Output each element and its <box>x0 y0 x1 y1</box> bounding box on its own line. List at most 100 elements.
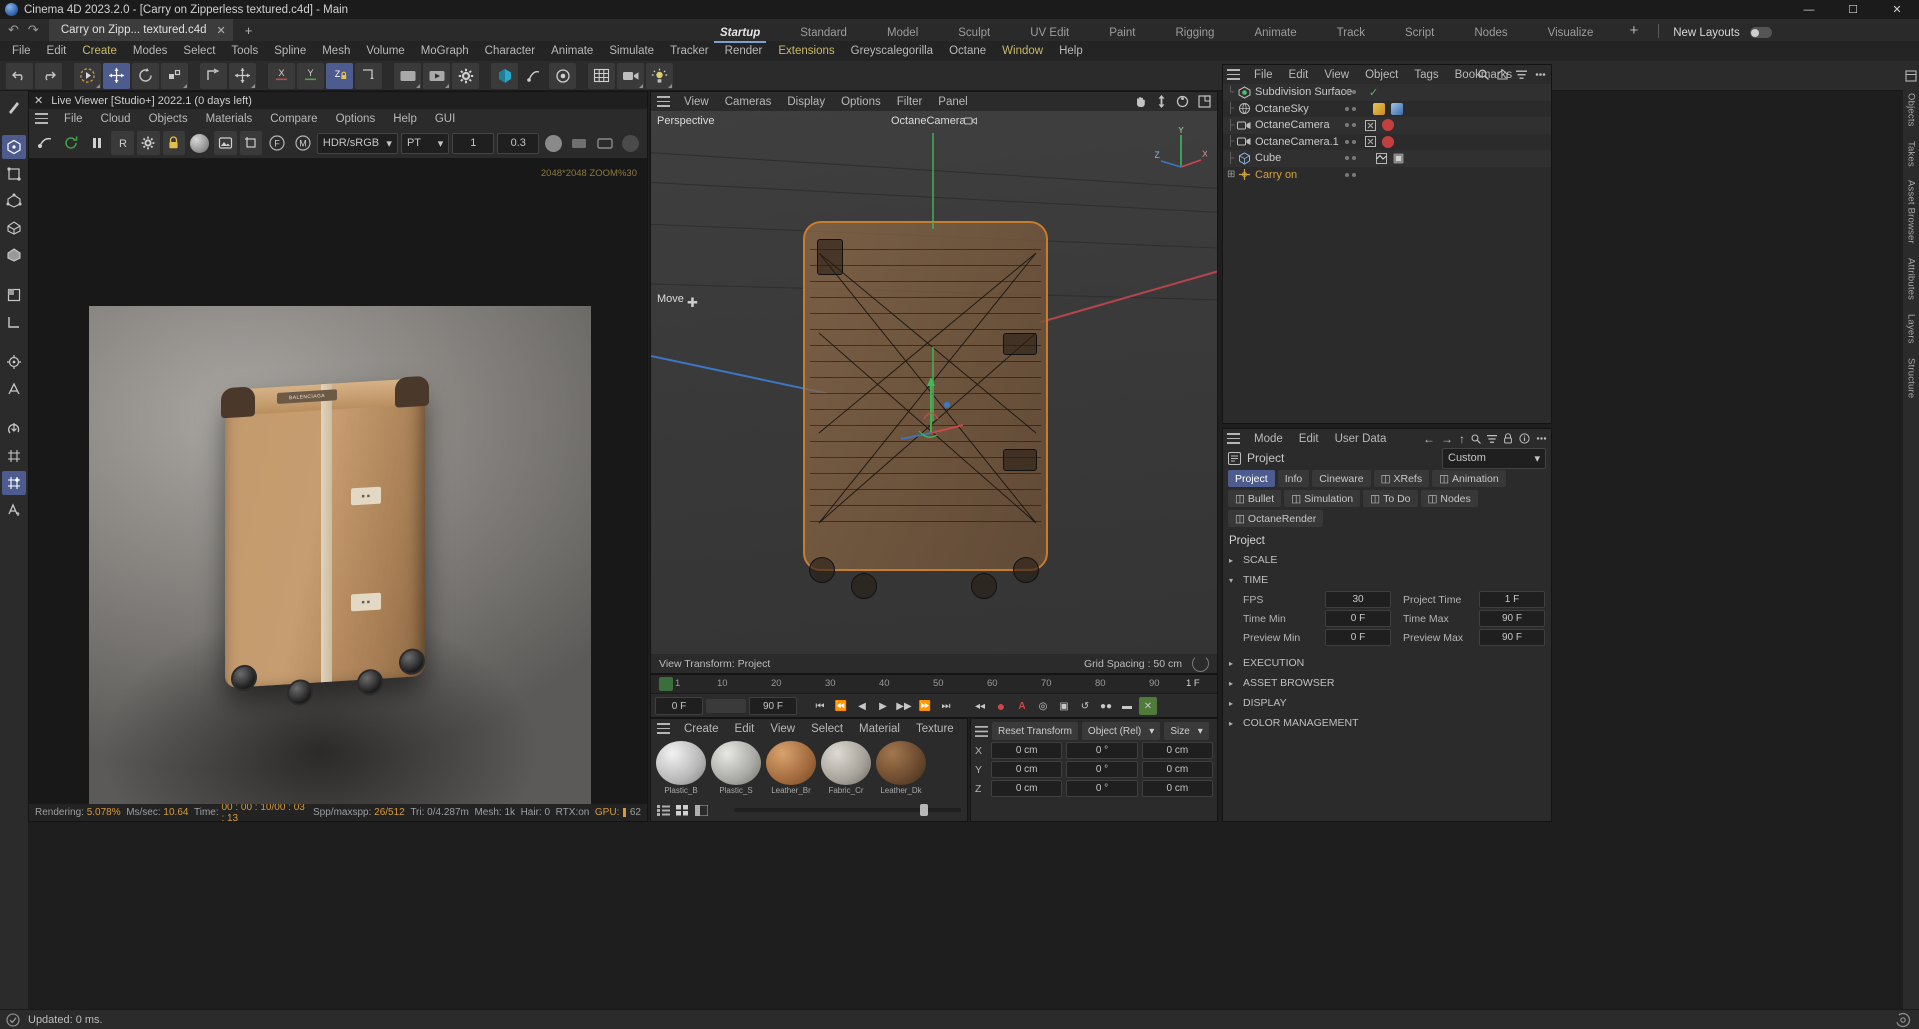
attr-field-preview-min[interactable]: 0 F <box>1325 629 1391 646</box>
mm-menu-edit[interactable]: Edit <box>727 719 763 739</box>
size-x-field[interactable]: 0 cm <box>1141 742 1213 759</box>
menu-modes[interactable]: Modes <box>125 41 176 61</box>
rotation-b-field[interactable]: 0 ° <box>1066 780 1138 797</box>
lv-exposure-field[interactable]: 1 <box>452 132 495 154</box>
lv-lock-icon[interactable] <box>162 131 186 155</box>
rail-tab-layers[interactable]: Layers <box>1906 307 1917 351</box>
section-display[interactable]: ▸ DISPLAY <box>1223 693 1551 713</box>
menu-create[interactable]: Create <box>74 41 125 61</box>
scale-tool-button[interactable] <box>161 62 188 89</box>
hamburger-icon[interactable] <box>1227 69 1240 80</box>
menu-edit[interactable]: Edit <box>39 41 75 61</box>
om-menu-edit[interactable]: Edit <box>1281 65 1317 85</box>
prev-key-button[interactable]: ⏪ <box>832 697 850 715</box>
undo-icon[interactable]: ↶ <box>8 22 19 38</box>
material-size-slider[interactable] <box>734 804 961 816</box>
list-view-icon[interactable] <box>657 804 670 816</box>
keyframe-pla-button[interactable]: ▬ <box>1118 697 1136 715</box>
new-document-button[interactable]: + <box>233 23 265 38</box>
play-button[interactable]: ▶ <box>874 697 892 715</box>
menu-mograph[interactable]: MoGraph <box>413 41 477 61</box>
move-axis-button[interactable] <box>229 62 256 89</box>
lv-region-render-icon[interactable]: R <box>111 131 134 155</box>
rotation-h-field[interactable]: 0 ° <box>1066 742 1138 759</box>
object-mode-icon[interactable] <box>2 162 26 186</box>
z-axis-lock-button[interactable]: Z <box>326 62 353 89</box>
object-row-octanesky[interactable]: ├ OctaneSky <box>1223 101 1551 118</box>
menu-spline[interactable]: Spline <box>266 41 314 61</box>
section-scale[interactable]: ▸ SCALE <box>1223 550 1551 570</box>
hamburger-icon[interactable] <box>975 725 988 737</box>
lv-settings-icon[interactable] <box>136 131 160 155</box>
hamburger-icon[interactable] <box>657 723 670 734</box>
new-layouts-toggle[interactable] <box>1749 27 1772 38</box>
current-frame-marker[interactable] <box>659 677 673 691</box>
size-mode-dropdown[interactable]: Size ▾ <box>1164 722 1209 740</box>
lv-colorspace-dropdown[interactable]: HDR/sRGB ▾ <box>316 132 398 154</box>
next-key-button[interactable]: ⏩ <box>916 697 934 715</box>
tab-bullet[interactable]: ◫ Bullet <box>1228 490 1282 507</box>
tab-nodes[interactable]: ◫ Nodes <box>1420 490 1478 507</box>
document-tab[interactable]: Carry on Zipp... textured.c4d ✕ <box>48 19 233 41</box>
mm-menu-material[interactable]: Material <box>851 719 908 739</box>
object-row-carry-on[interactable]: ⊞ Carry on <box>1223 167 1551 184</box>
slider-knob[interactable] <box>920 804 929 816</box>
text-tool-icon[interactable] <box>2 498 26 522</box>
tab-xrefs[interactable]: ◫ XRefs <box>1373 470 1430 487</box>
vp-menu-options[interactable]: Options <box>833 92 889 112</box>
lv-crop-icon[interactable] <box>239 131 263 155</box>
move-tool-button[interactable] <box>103 62 130 89</box>
layout-tab-track[interactable]: Track <box>1317 27 1385 43</box>
menu-mesh[interactable]: Mesh <box>314 41 358 61</box>
layout-tab-paint[interactable]: Paint <box>1089 27 1155 43</box>
sky-tag-icon[interactable] <box>1373 102 1385 115</box>
object-row-octanecamera[interactable]: ├ OctaneCamera <box>1223 117 1551 134</box>
vp-menu-view[interactable]: View <box>676 92 717 112</box>
attr-field-time-max[interactable]: 90 F <box>1479 610 1545 627</box>
tab-animation[interactable]: ◫ Animation <box>1432 470 1506 487</box>
hamburger-icon[interactable] <box>657 96 670 107</box>
lv-kernel-dropdown[interactable]: PT ▾ <box>400 132 450 154</box>
prev-frame-button[interactable]: ◀ <box>853 697 871 715</box>
next-frame-button[interactable]: ▶▶ <box>895 697 913 715</box>
menu-character[interactable]: Character <box>477 41 544 61</box>
keyframe-rotation-button[interactable]: ↺ <box>1076 697 1094 715</box>
menu-animate[interactable]: Animate <box>543 41 601 61</box>
material-item[interactable]: Fabric_Cr <box>821 741 871 800</box>
lv-menu-gui[interactable]: GUI <box>427 109 463 129</box>
lv-render-start-icon[interactable] <box>34 131 57 155</box>
filter-icon[interactable] <box>1516 69 1527 80</box>
goto-end-button[interactable]: ⏭ <box>937 697 955 715</box>
menu-window[interactable]: Window <box>994 41 1051 61</box>
menu-greyscalegorilla[interactable]: Greyscalegorilla <box>843 41 941 61</box>
attr-field-time-min[interactable]: 0 F <box>1325 610 1391 627</box>
lv-picture-icon[interactable] <box>214 131 237 155</box>
lv-menu-options[interactable]: Options <box>328 109 384 129</box>
vp-menu-cameras[interactable]: Cameras <box>717 92 780 112</box>
lv-rect-icon[interactable] <box>568 131 591 155</box>
octane-tag-icon[interactable] <box>1382 119 1394 132</box>
redo-button[interactable] <box>35 62 62 89</box>
options-icon[interactable] <box>1535 69 1546 80</box>
light-tool-button[interactable] <box>646 62 673 89</box>
filter-icon[interactable] <box>1487 434 1497 444</box>
live-selection-tool-button[interactable] <box>74 62 101 89</box>
mm-menu-create[interactable]: Create <box>676 719 727 739</box>
rail-tab-attributes[interactable]: Attributes <box>1906 251 1917 307</box>
section-execution[interactable]: ▸ EXECUTION <box>1223 653 1551 673</box>
om-menu-file[interactable]: File <box>1246 65 1281 85</box>
position-y-field[interactable]: 0 cm <box>991 761 1063 778</box>
timeline-ruler[interactable]: 1 10 20 30 40 50 60 70 80 90 1 F <box>651 675 1217 694</box>
axis-mode-icon[interactable] <box>2 350 26 374</box>
layout-tab-script[interactable]: Script <box>1385 27 1454 43</box>
detail-view-icon[interactable] <box>695 804 708 816</box>
material-item[interactable]: Leather_Br <box>766 741 816 800</box>
rail-tab-asset-browser[interactable]: Asset Browser <box>1906 173 1917 251</box>
close-button[interactable]: ✕ <box>1875 0 1919 19</box>
vp-menu-display[interactable]: Display <box>779 92 833 112</box>
texture-mode-icon[interactable] <box>2 283 26 307</box>
menu-help[interactable]: Help <box>1051 41 1091 61</box>
material-item[interactable]: Plastic_B <box>656 741 706 800</box>
undo-button[interactable] <box>6 62 33 89</box>
layout-tab-sculpt[interactable]: Sculpt <box>938 27 1010 43</box>
